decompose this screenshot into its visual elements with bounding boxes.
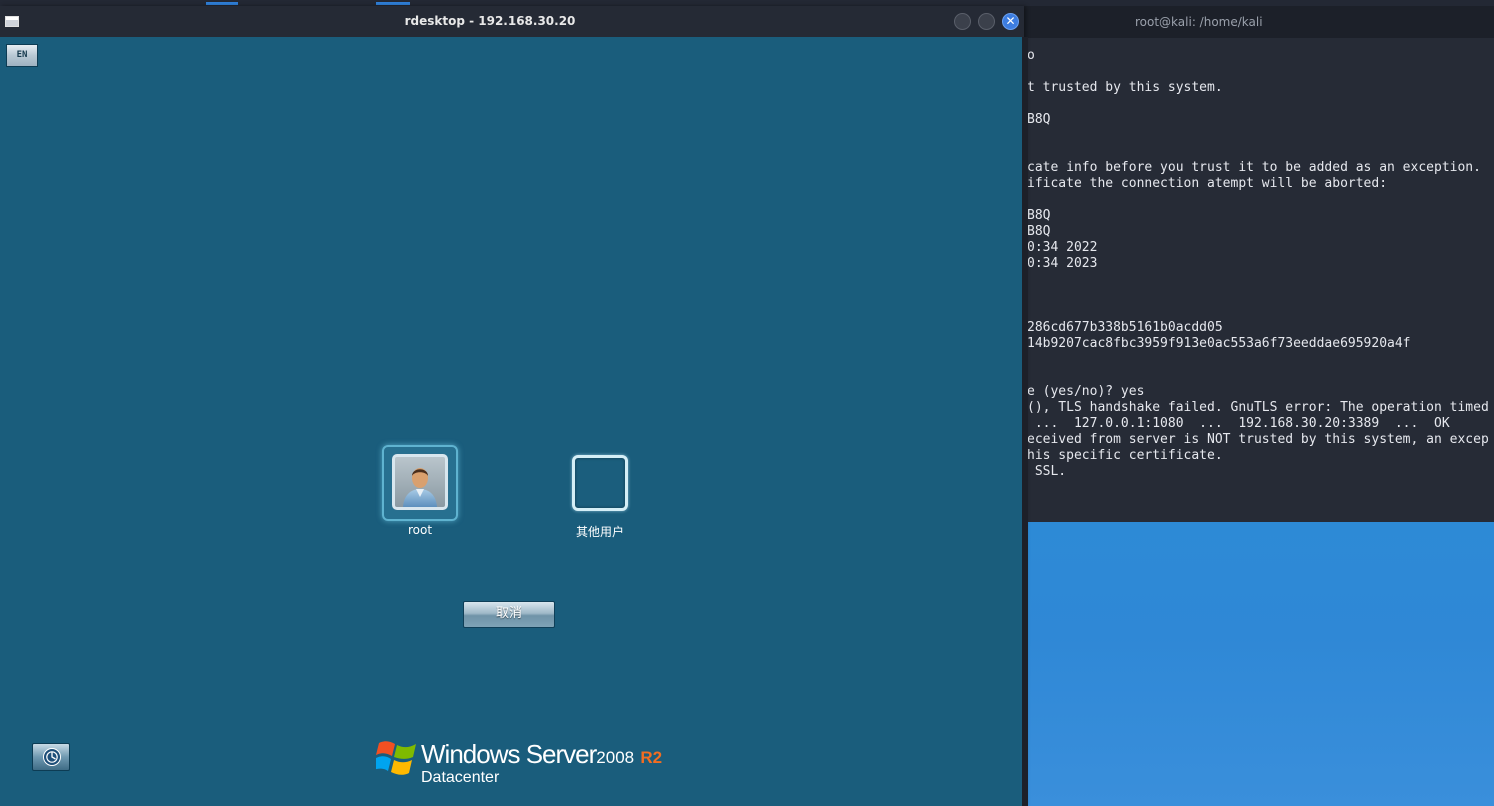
terminal-line: (), TLS handshake failed. GnuTLS error: … — [1027, 400, 1489, 415]
windows-flag-icon — [376, 741, 416, 775]
terminal-line: SSL. — [1027, 464, 1067, 479]
terminal-line: ificate the connection atempt will be ab… — [1027, 176, 1388, 191]
terminal-titlebar[interactable]: root@kali: /home/kali — [1000, 6, 1494, 38]
empty-user-frame — [572, 455, 628, 511]
rdesktop-window[interactable]: rdesktop - 192.168.30.20 ✕ EN root 其他用户 … — [0, 6, 1028, 806]
terminal-line: e (yes/no)? yes — [1027, 384, 1145, 399]
windows-logon-screen[interactable]: EN root 其他用户 取消 Windows Server2008 R2 Da… — [0, 37, 1024, 806]
terminal-title: root@kali: /home/kali — [1135, 15, 1263, 29]
user-tile-highlight — [382, 445, 458, 521]
desktop-background — [1000, 522, 1494, 806]
terminal-line: 14b9207cac8fbc3959f913e0ac553a6f73eeddae… — [1027, 336, 1411, 351]
terminal-line: eceived from server is NOT trusted by th… — [1027, 432, 1489, 447]
windows-wordmark: Windows Server2008 R2 — [421, 739, 662, 770]
terminal-line: ... 127.0.0.1:1080 ... 192.168.30.20:338… — [1027, 416, 1450, 431]
terminal-line: cate info before you trust it to be adde… — [1027, 160, 1481, 175]
user-label: 其他用户 — [575, 525, 624, 539]
product-version: 2008 — [596, 748, 635, 767]
product-edition: Datacenter — [421, 769, 500, 786]
terminal-line: B8Q — [1027, 208, 1051, 223]
panel-indicator — [376, 2, 410, 5]
terminal-line: B8Q — [1027, 112, 1051, 127]
cancel-button[interactable]: 取消 — [463, 601, 555, 628]
ease-of-access-icon — [43, 748, 61, 766]
user-avatar-icon — [392, 454, 448, 510]
product-name: Windows Server — [421, 739, 597, 769]
maximize-button[interactable] — [978, 13, 995, 30]
product-release: R2 — [640, 748, 663, 767]
close-button[interactable]: ✕ — [1002, 13, 1019, 30]
desktop: root@kali: /home/kali o t trusted by this… — [0, 0, 1494, 806]
minimize-button[interactable] — [954, 13, 971, 30]
terminal-line: t trusted by this system. — [1027, 80, 1223, 95]
user-tile-root[interactable]: root — [360, 441, 480, 551]
terminal-line: 286cd677b338b5161b0acdd05 — [1027, 320, 1223, 335]
terminal-window[interactable]: root@kali: /home/kali o t trusted by this… — [1000, 6, 1494, 522]
user-label: root — [407, 523, 433, 537]
window-title: rdesktop - 192.168.30.20 — [404, 14, 576, 28]
terminal-line: his specific certificate. — [1027, 448, 1223, 463]
terminal-line: 0:34 2023 — [1027, 256, 1098, 271]
terminal-line: B8Q — [1027, 224, 1051, 239]
language-indicator[interactable]: EN — [6, 44, 38, 67]
windows-server-logo: Windows Server2008 R2 Datacenter — [376, 737, 662, 793]
window-border — [1022, 37, 1028, 806]
terminal-line: 0:34 2022 — [1027, 240, 1098, 255]
ease-of-access-button[interactable] — [32, 743, 70, 771]
terminal-output[interactable]: o t trusted by this system. B8Q cate info b… — [1000, 38, 1494, 522]
terminal-line: o — [1027, 48, 1035, 63]
user-tile-other-user[interactable]: 其他用户 — [540, 441, 660, 551]
panel-indicator — [206, 2, 238, 5]
rdesktop-titlebar[interactable]: rdesktop - 192.168.30.20 ✕ — [0, 6, 1024, 37]
